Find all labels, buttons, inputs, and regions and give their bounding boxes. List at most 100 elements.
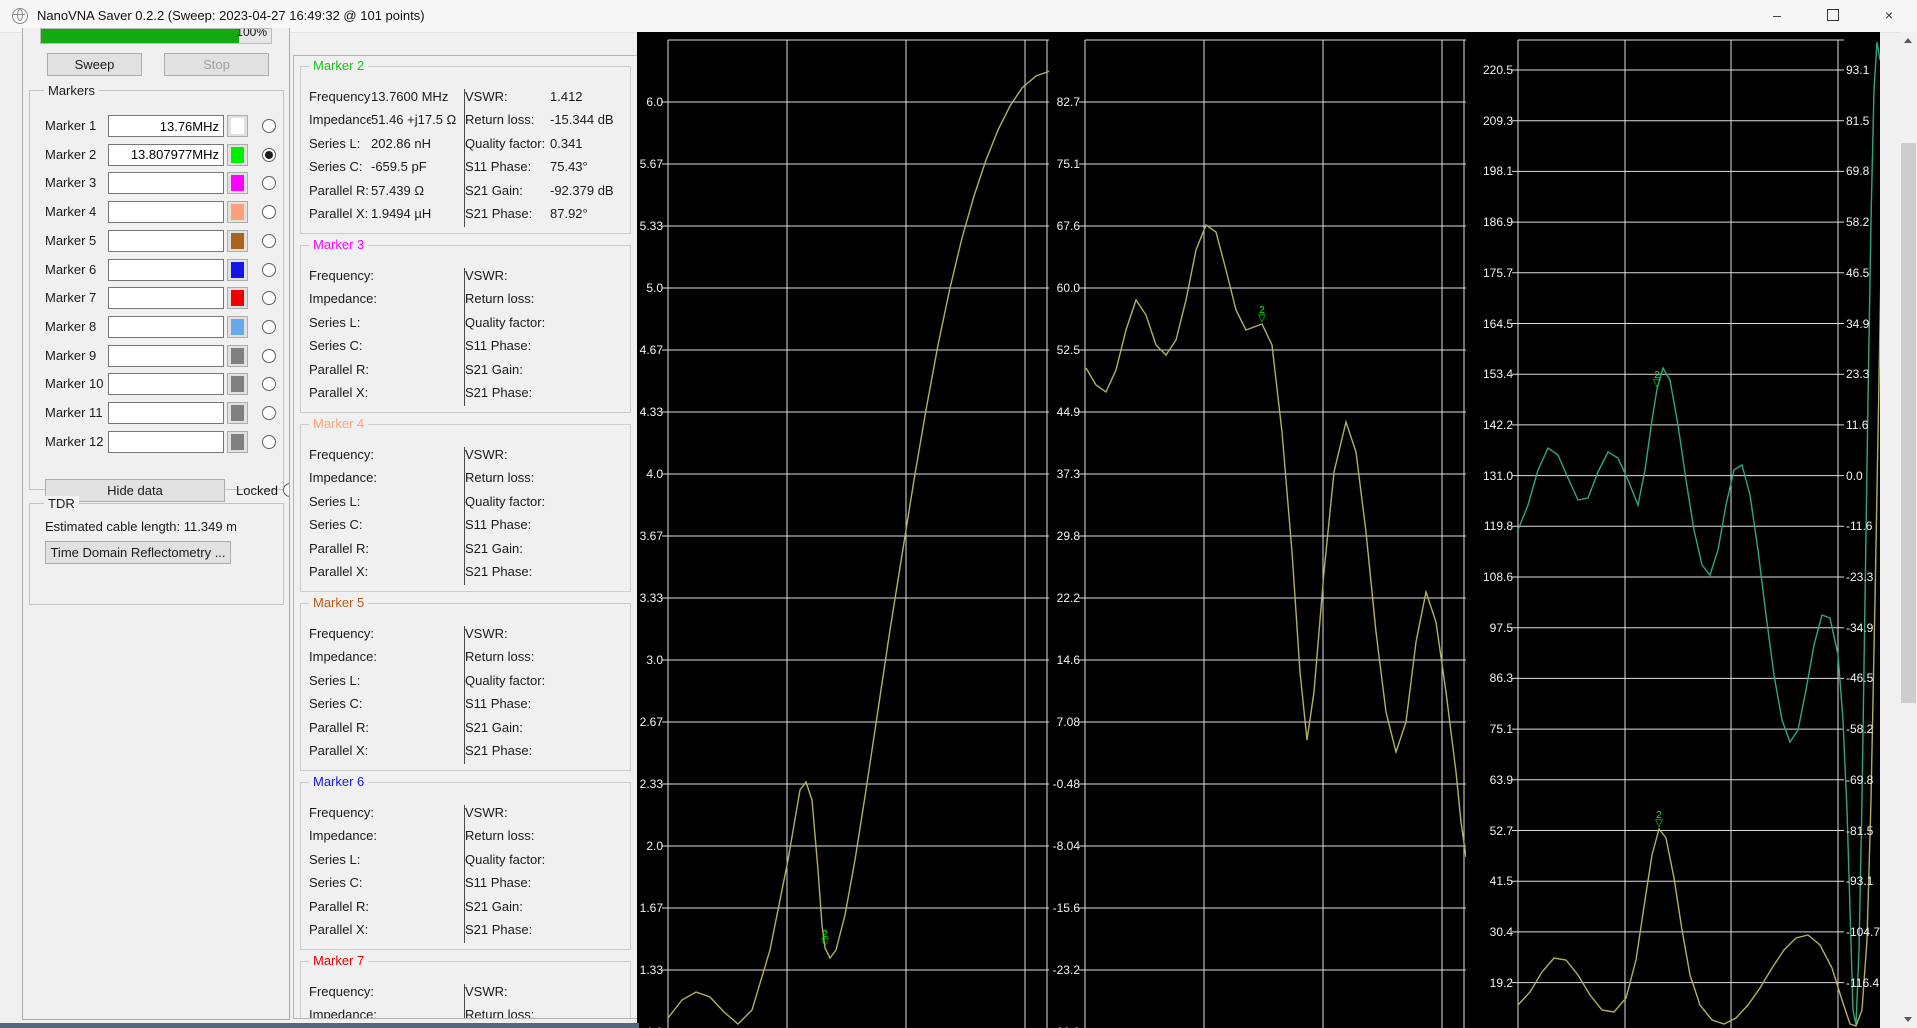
marker-row-8: Marker 8 (30, 315, 283, 340)
y-axis-tick-label: 67.6 (1056, 219, 1080, 233)
marker-color-swatch[interactable] (227, 201, 248, 224)
marker-frequency-input[interactable] (108, 402, 224, 424)
sweep-button[interactable]: Sweep (47, 53, 142, 76)
phase-chart[interactable]: 82.7 75.1 67.6 60.0 52.5 44.9 37.3 29.8 22.2 14.6… (1049, 32, 1466, 1028)
field-label: S21 Phase: (465, 206, 533, 221)
tdr-button[interactable]: Time Domain Reflectometry ... (45, 541, 231, 564)
marker-select-radio[interactable] (262, 434, 276, 449)
marker-info-title: Marker 2 (309, 58, 369, 73)
marker-frequency-input[interactable] (108, 143, 224, 166)
marker-frequency-input[interactable] (108, 258, 224, 281)
progress-fill (41, 29, 239, 43)
vertical-scrollbar[interactable] (1900, 32, 1917, 1028)
right-y-axis-tick-label: 58.2 (1846, 215, 1870, 230)
field-label: Parallel X: (309, 206, 369, 221)
left-data-row: Parallel R: (309, 720, 464, 743)
marker-frequency-input[interactable] (108, 373, 224, 396)
maximize-button[interactable] (1805, 0, 1861, 31)
marker-select-radio[interactable] (262, 377, 276, 392)
vswr-chart[interactable]: 6.0 5.67 5.33 5.0 4.67 4.33 4.0 3.67 3.33 3.0 2.67… (637, 32, 1049, 1028)
marker-color-swatch[interactable] (227, 172, 248, 195)
marker-label: Marker 1 (45, 118, 97, 133)
right-data-row: S21 Phase: (465, 922, 626, 945)
marker-select-radio[interactable] (262, 176, 276, 191)
marker-frequency-input[interactable] (108, 287, 224, 310)
marker-color (231, 376, 244, 393)
marker-color-swatch[interactable] (227, 229, 248, 252)
stop-button[interactable]: Stop (164, 53, 269, 76)
marker-frequency-input[interactable] (108, 344, 224, 367)
close-button[interactable]: × (1861, 0, 1917, 31)
field-label: Return loss: (465, 649, 535, 665)
marker-info-box-marker-5: Marker 5 Frequency: Impedance: Series L: Ser… (300, 595, 631, 771)
scrollbar-thumb[interactable] (1901, 143, 1916, 703)
marker-color (231, 290, 244, 307)
marker-color (231, 318, 244, 335)
marker-frequency-input[interactable] (108, 430, 224, 453)
field-label: Series C: (309, 159, 363, 175)
marker-frequency-input[interactable] (108, 315, 224, 338)
field-label: Quality factor: (465, 851, 546, 867)
left-data-row: Parallel R: 57.439 Ω (309, 183, 464, 206)
marker-color-swatch[interactable] (227, 115, 248, 137)
marker-select-radio[interactable] (262, 262, 276, 277)
trace-marker-2[interactable]: 2 ▽ (819, 930, 831, 948)
marker-frequency-input[interactable] (108, 229, 224, 252)
marker-color-swatch[interactable] (227, 430, 248, 453)
field-label: Frequency: (309, 626, 375, 641)
marker-triangle-icon: ▽ (1653, 378, 1661, 389)
marker-color-swatch[interactable] (227, 143, 248, 166)
scrollbar-up-button[interactable] (1900, 32, 1917, 49)
trace-marker-2[interactable]: 2 ▽ (1651, 371, 1663, 389)
marker-select-radio[interactable] (262, 147, 276, 162)
left-data-row: Parallel R: (309, 362, 464, 385)
marker-color-swatch[interactable] (227, 402, 248, 424)
left-data-row: Parallel R: (309, 541, 464, 564)
field-label: Series L: (309, 851, 361, 867)
marker-select-radio[interactable] (262, 205, 276, 220)
marker-frequency-input[interactable] (108, 201, 224, 224)
right-data-row: S11 Phase: (465, 517, 626, 540)
left-data-row: Frequency: (309, 268, 464, 291)
marker-color-swatch[interactable] (227, 287, 248, 310)
marker-color-swatch[interactable] (227, 258, 248, 281)
right-data-row: S21 Gain: (465, 899, 626, 922)
trace-marker-2[interactable]: 2 ▽ (1256, 306, 1268, 324)
marker-select-radio[interactable] (262, 348, 276, 363)
field-label: S21 Gain: (465, 719, 523, 735)
marker-info-box-marker-2: Marker 2 Frequency:13.7600 MHz Impedance:5… (300, 58, 631, 234)
right-data-row: Return loss: (465, 470, 626, 493)
marker-label: Marker 12 (45, 433, 104, 449)
marker-color-swatch[interactable] (227, 373, 248, 396)
field-label: Parallel R: (309, 540, 369, 556)
left-data-row: Parallel X: (309, 922, 464, 945)
field-label: Impedance: (309, 291, 377, 307)
marker-color-swatch[interactable] (227, 344, 248, 367)
marker-frequency-input[interactable] (108, 172, 224, 195)
marker-frequency-input[interactable] (108, 115, 224, 137)
marker-select-radio[interactable] (262, 119, 276, 133)
marker-select-radio[interactable] (262, 319, 276, 334)
r-plus-jx-chart[interactable]: 220.5 209.3 198.1 186.9 175.7 164.5 153.4 142.2… (1466, 32, 1880, 1028)
field-label: S21 Phase: (465, 922, 533, 937)
y-axis-tick-label: 1.33 (639, 963, 663, 977)
scrollbar-down-button[interactable] (1900, 1011, 1917, 1028)
trace-marker-2[interactable]: 2 ▽ (1653, 811, 1665, 829)
y-axis-tick-label: 119.8 (1483, 519, 1513, 534)
field-label: Return loss: (465, 470, 535, 486)
marker-info-title: Marker 4 (309, 416, 369, 431)
field-value: -15.344 dB (550, 112, 614, 128)
sweep-control-sidebar: 100% Sweep Stop Markers Marker 1Marker 2… (22, 28, 290, 1020)
locked-radio[interactable] (283, 483, 289, 497)
minimize-button[interactable]: – (1749, 0, 1805, 31)
field-value: 1.412 (550, 89, 583, 104)
marker-color-swatch[interactable] (227, 315, 248, 338)
marker-select-radio[interactable] (262, 406, 276, 420)
y-axis-tick-label: 30.4 (1489, 924, 1513, 939)
y-axis-tick-label: 2.67 (639, 715, 663, 729)
app-icon (12, 8, 28, 24)
right-y-axis-tick-label: -46.5 (1846, 671, 1874, 686)
marker-select-radio[interactable] (262, 233, 276, 248)
marker-row-2: Marker 2 (30, 143, 283, 168)
marker-select-radio[interactable] (262, 291, 276, 306)
